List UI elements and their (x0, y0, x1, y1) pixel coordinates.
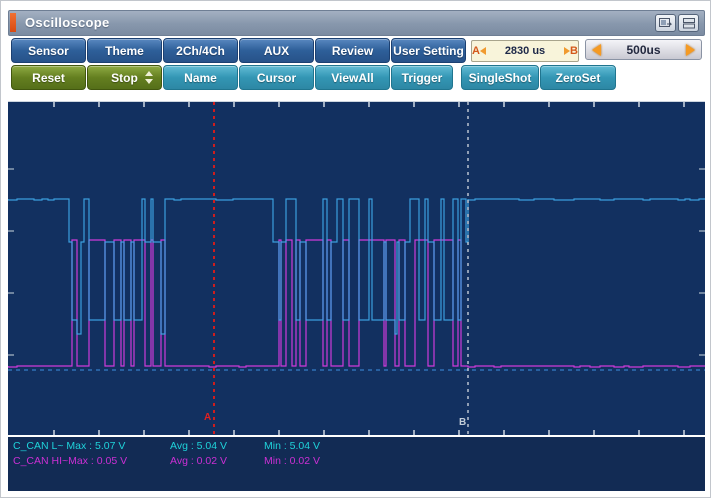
viewall-button[interactable]: ViewAll (315, 65, 390, 90)
cursor-a-letter: A (472, 45, 480, 57)
measurement-row-ch2: C_CAN HI~Max : 0.05 V Avg : 0.02 V Min :… (8, 455, 705, 468)
window-title: Oscilloscope (25, 15, 110, 30)
timebase-decrease-icon[interactable] (592, 44, 601, 56)
ch2-min: Min : 0.02 V (264, 455, 320, 467)
cursor-delta-value: 2830 us (486, 45, 564, 57)
ch1-label: C_CAN L~ (13, 440, 66, 452)
ch2-avg: Avg : 0.02 V (170, 455, 227, 467)
ch1-min: Min : 5.04 V (264, 440, 320, 452)
ch2-max: Max : 0.05 V (68, 455, 127, 467)
app-accent-bar (10, 13, 16, 32)
ch1-avg: Avg : 5.04 V (170, 440, 227, 452)
ch2-label: C_CAN HI~ (13, 455, 68, 467)
theme-button[interactable]: Theme (87, 38, 162, 63)
ch1-max: Max : 5.07 V (66, 440, 125, 452)
panel-layout-icon (659, 18, 672, 29)
run-stop-spinner-icon[interactable] (145, 71, 154, 84)
app-window: Oscilloscope Sensor Theme 2Ch/4Ch AUX Re… (0, 0, 711, 498)
cursor-button[interactable]: Cursor (239, 65, 314, 90)
timebase-increase-icon[interactable] (686, 44, 695, 56)
name-button[interactable]: Name (163, 65, 238, 90)
channel-mode-button[interactable]: 2Ch/4Ch (163, 38, 238, 63)
trigger-button[interactable]: Trigger (391, 65, 453, 90)
measurement-row-ch1: C_CAN L~ Max : 5.07 V Avg : 5.04 V Min :… (8, 440, 705, 453)
user-setting-button[interactable]: User Setting (391, 38, 466, 63)
cursor-b-label[interactable]: B (459, 417, 466, 428)
stop-button[interactable]: Stop (87, 65, 162, 90)
cursor-delta-readout[interactable]: A 2830 us B (471, 40, 579, 62)
sensor-button[interactable]: Sensor (11, 38, 86, 63)
timebase-control: 500us (585, 39, 702, 60)
zeroset-button[interactable]: ZeroSet (540, 65, 616, 90)
timebase-value: 500us (626, 43, 660, 57)
stop-button-label: Stop (111, 71, 138, 85)
waveform-canvas (8, 102, 705, 435)
review-button[interactable]: Review (315, 38, 390, 63)
cursor-b-letter: B (570, 45, 578, 57)
singleshot-button[interactable]: SingleShot (461, 65, 539, 90)
aux-button[interactable]: AUX (239, 38, 314, 63)
title-bar: Oscilloscope (8, 10, 705, 36)
stack-layout-button[interactable] (678, 14, 699, 32)
cursor-a-label[interactable]: A (204, 412, 211, 423)
panel-layout-button[interactable] (655, 14, 676, 32)
reset-button[interactable]: Reset (11, 65, 86, 90)
measurement-panel: C_CAN L~ Max : 5.07 V Avg : 5.04 V Min :… (8, 437, 705, 491)
waveform-plot-area: A B (8, 101, 705, 435)
stack-layout-icon (683, 18, 695, 29)
